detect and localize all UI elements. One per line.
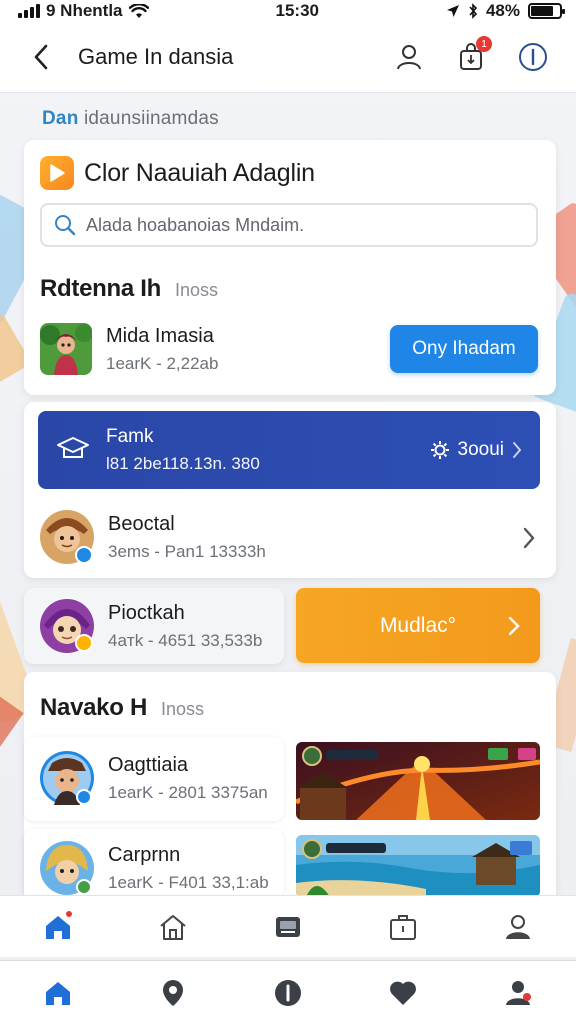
list-item-meta: 3ems - Pan1 13333h xyxy=(108,541,266,561)
game-screenshot[interactable] xyxy=(296,835,540,897)
tab-house[interactable] xyxy=(151,905,195,949)
banner-value: 3ooui xyxy=(457,439,505,460)
list-item-meta: 1earK - F401 33,1:ab xyxy=(108,872,269,892)
banner-title: Famk xyxy=(106,426,154,447)
search-bar[interactable] xyxy=(40,203,538,247)
primary-action-button[interactable]: Ony Ihadam xyxy=(390,325,538,373)
app-name: Clor Naauiah Adaglin xyxy=(84,158,315,187)
app-card: Clor Naauiah Adaglin Rdtenna Ih Inoss Mi… xyxy=(24,140,556,395)
avatar xyxy=(40,599,94,653)
nav-location[interactable] xyxy=(151,971,195,1015)
chevron-right-icon[interactable] xyxy=(522,526,536,550)
page-subtitle: Dan idaunsiinamdas xyxy=(42,108,219,130)
top-app-bar: Game In dansia 1 xyxy=(0,22,576,92)
list-item[interactable]: Carprnn 1earK - F401 33,1:ab xyxy=(24,829,284,899)
nav-info[interactable] xyxy=(266,971,310,1015)
user-icon xyxy=(397,45,421,70)
search-icon xyxy=(55,215,76,236)
list-item-meta: 1earK - 2801 3375an xyxy=(108,782,268,802)
heart-icon xyxy=(390,981,417,1005)
chevron-right-icon xyxy=(508,616,520,636)
battery-percent: 48% xyxy=(485,1,520,20)
tab-bar xyxy=(0,895,576,957)
graduation-cap-icon xyxy=(57,437,89,458)
list-item-title: Pioctkah xyxy=(108,601,185,624)
section-more-link[interactable]: Inoss xyxy=(175,280,218,301)
banner-stats: l81 2be118.13n. 380 xyxy=(106,454,260,473)
section-title: Navako H xyxy=(40,694,147,721)
chevron-right-icon xyxy=(513,442,522,458)
briefcase-icon xyxy=(390,914,417,940)
tab-home[interactable] xyxy=(36,905,80,949)
house-outline-icon xyxy=(160,914,186,940)
subtitle-text: idaunsiinamdas xyxy=(78,108,219,129)
bottom-nav xyxy=(0,960,576,1024)
list-item-title: Beoctal xyxy=(108,512,175,535)
battery-icon xyxy=(527,3,565,19)
avatar xyxy=(40,510,94,564)
notifications-button[interactable]: 1 xyxy=(454,36,492,74)
section-more-link[interactable]: Inoss xyxy=(161,699,204,720)
bluetooth-icon xyxy=(469,3,478,19)
notification-badge: 1 xyxy=(476,36,492,52)
app-screen: 9 Nhentla 15:30 48% Game In dansia 1 Dan… xyxy=(0,0,576,1024)
list-item[interactable]: Oagttiaia 1earK - 2801 3375an xyxy=(24,737,284,821)
location-pin-icon xyxy=(162,979,183,1006)
info-icon xyxy=(274,979,301,1006)
tab-badge xyxy=(63,908,74,919)
tab-briefcase[interactable] xyxy=(381,905,425,949)
profile-icon xyxy=(506,914,531,939)
list-item-title: Carprnn xyxy=(108,843,181,866)
list-item[interactable]: Pioctkah 4aтk - 4651 33,533b xyxy=(24,588,284,664)
play-icon xyxy=(40,156,74,190)
game-screenshot[interactable] xyxy=(296,742,540,820)
section-header: Rdtenna Ih Inoss xyxy=(40,275,218,303)
list-item-title: Oagttiaia xyxy=(108,753,189,776)
home-icon xyxy=(45,981,70,1005)
battery-fill xyxy=(530,6,554,16)
wifi-icon xyxy=(128,3,149,18)
section-header: Navako H Inoss xyxy=(40,694,204,722)
subtitle-accent: Dan xyxy=(42,108,79,129)
carrier-label: 9 Nhentla xyxy=(46,1,123,20)
info-circle-icon xyxy=(519,43,547,71)
avatar xyxy=(40,751,94,805)
search-input[interactable] xyxy=(86,214,524,236)
bg-shape xyxy=(0,695,24,755)
status-bar: 9 Nhentla 15:30 48% xyxy=(0,0,576,22)
tv-icon xyxy=(275,916,300,937)
promo-card: Famk l81 2be118.13n. 380 3ooui Beoctal 3… xyxy=(24,402,556,578)
game-thumbnail xyxy=(40,323,92,375)
chevron-left-icon xyxy=(34,44,48,70)
location-arrow-icon xyxy=(446,5,459,17)
gear-icon xyxy=(430,441,449,459)
orange-button-label: Mudlac° xyxy=(379,613,457,637)
orange-action-button[interactable]: Mudlac° xyxy=(296,588,540,663)
users-icon xyxy=(506,980,532,1005)
section-title: Rdtenna Ih xyxy=(40,275,161,302)
info-button[interactable] xyxy=(516,40,550,74)
profile-button[interactable] xyxy=(392,40,426,74)
promo-banner[interactable]: Famk l81 2be118.13n. 380 3ooui xyxy=(38,411,540,489)
tab-profile[interactable] xyxy=(496,905,540,949)
signal-icon xyxy=(18,4,40,18)
page-title: Game In dansia xyxy=(78,44,234,69)
back-button[interactable] xyxy=(28,44,54,70)
game-meta: 1earK - 2,22ab xyxy=(106,353,219,373)
list-item[interactable]: Beoctal 3ems - Pan1 13333h xyxy=(40,510,266,564)
clock: 15:30 xyxy=(275,1,319,20)
avatar xyxy=(40,841,94,895)
nav-home[interactable] xyxy=(36,971,80,1015)
featured-game[interactable]: Mida Imasia 1earK - 2,22ab xyxy=(40,323,218,375)
nav-users[interactable] xyxy=(496,971,540,1015)
nav-favorites[interactable] xyxy=(381,971,425,1015)
tab-tv[interactable] xyxy=(266,905,310,949)
list-item-meta: 4aтk - 4651 33,533b xyxy=(108,630,263,650)
game-name: Mida Imasia xyxy=(106,324,214,347)
